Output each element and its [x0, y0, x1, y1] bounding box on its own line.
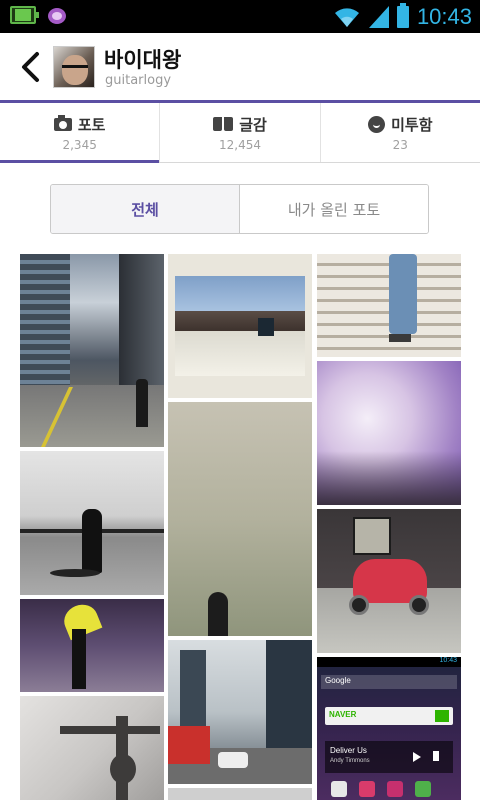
tab-metoo[interactable]: 미투함 23: [321, 103, 480, 162]
tab-count: 23: [392, 137, 408, 152]
signal-icon: [368, 5, 389, 28]
avatar[interactable]: [53, 46, 95, 88]
photo-thumbnail[interactable]: [168, 254, 312, 398]
kakaotalk-icon: [46, 6, 70, 28]
photo-thumbnail[interactable]: [168, 402, 312, 636]
filter-segment: 전체 내가 올린 포토: [50, 184, 429, 234]
book-icon: [213, 117, 234, 131]
page-title: 바이대왕: [104, 48, 182, 72]
photo-thumbnail[interactable]: [20, 599, 164, 692]
tab-count: 12,454: [218, 137, 261, 152]
tab-count: 2,345: [62, 137, 97, 152]
photo-thumbnail[interactable]: [20, 696, 164, 800]
username: guitarlogy: [105, 73, 172, 88]
battery-icon: [396, 2, 409, 28]
tab-label: 미투함: [391, 115, 433, 134]
photo-thumbnail[interactable]: [317, 254, 461, 357]
preview-naver-label: NAVER: [329, 710, 357, 719]
photo-thumbnail[interactable]: [317, 361, 461, 505]
tab-label: 포토: [77, 115, 106, 134]
photo-thumbnail[interactable]: [168, 788, 312, 800]
filter-all-button[interactable]: 전체: [51, 185, 240, 233]
status-bar: 10:43: [0, 0, 480, 33]
tab-bar: 포토 2,345 글감 12,454 미투함 23: [0, 103, 480, 163]
tab-label: 글감: [239, 115, 267, 134]
clock: 10:43: [416, 3, 472, 29]
photo-thumbnail[interactable]: [168, 640, 312, 784]
photo-thumbnail[interactable]: [20, 254, 164, 447]
preview-time: 10:43: [439, 657, 457, 664]
tab-photo[interactable]: 포토 2,345: [0, 103, 161, 163]
photo-thumbnail[interactable]: [20, 451, 164, 595]
profile-header: 바이대왕 guitarlogy: [0, 33, 480, 103]
preview-song-artist: Andy Timmons: [330, 758, 370, 764]
back-button[interactable]: [14, 49, 46, 85]
preview-song-title: Deliver Us: [330, 746, 367, 755]
photo-thumbnail[interactable]: 10:43 Google NAVER Deliver Us Andy Timmo…: [317, 657, 461, 800]
tab-writing[interactable]: 글감 12,454: [160, 103, 321, 162]
speech-bubble-icon: [368, 115, 386, 133]
photo-thumbnail[interactable]: [317, 509, 461, 653]
battery-saver-icon: [10, 6, 39, 24]
wifi-icon: [334, 7, 359, 27]
filter-my-photos-button[interactable]: 내가 올린 포토: [240, 185, 428, 233]
preview-google-label: Google: [325, 676, 351, 685]
chevron-left-icon: [22, 52, 39, 82]
camera-icon: [53, 114, 72, 131]
